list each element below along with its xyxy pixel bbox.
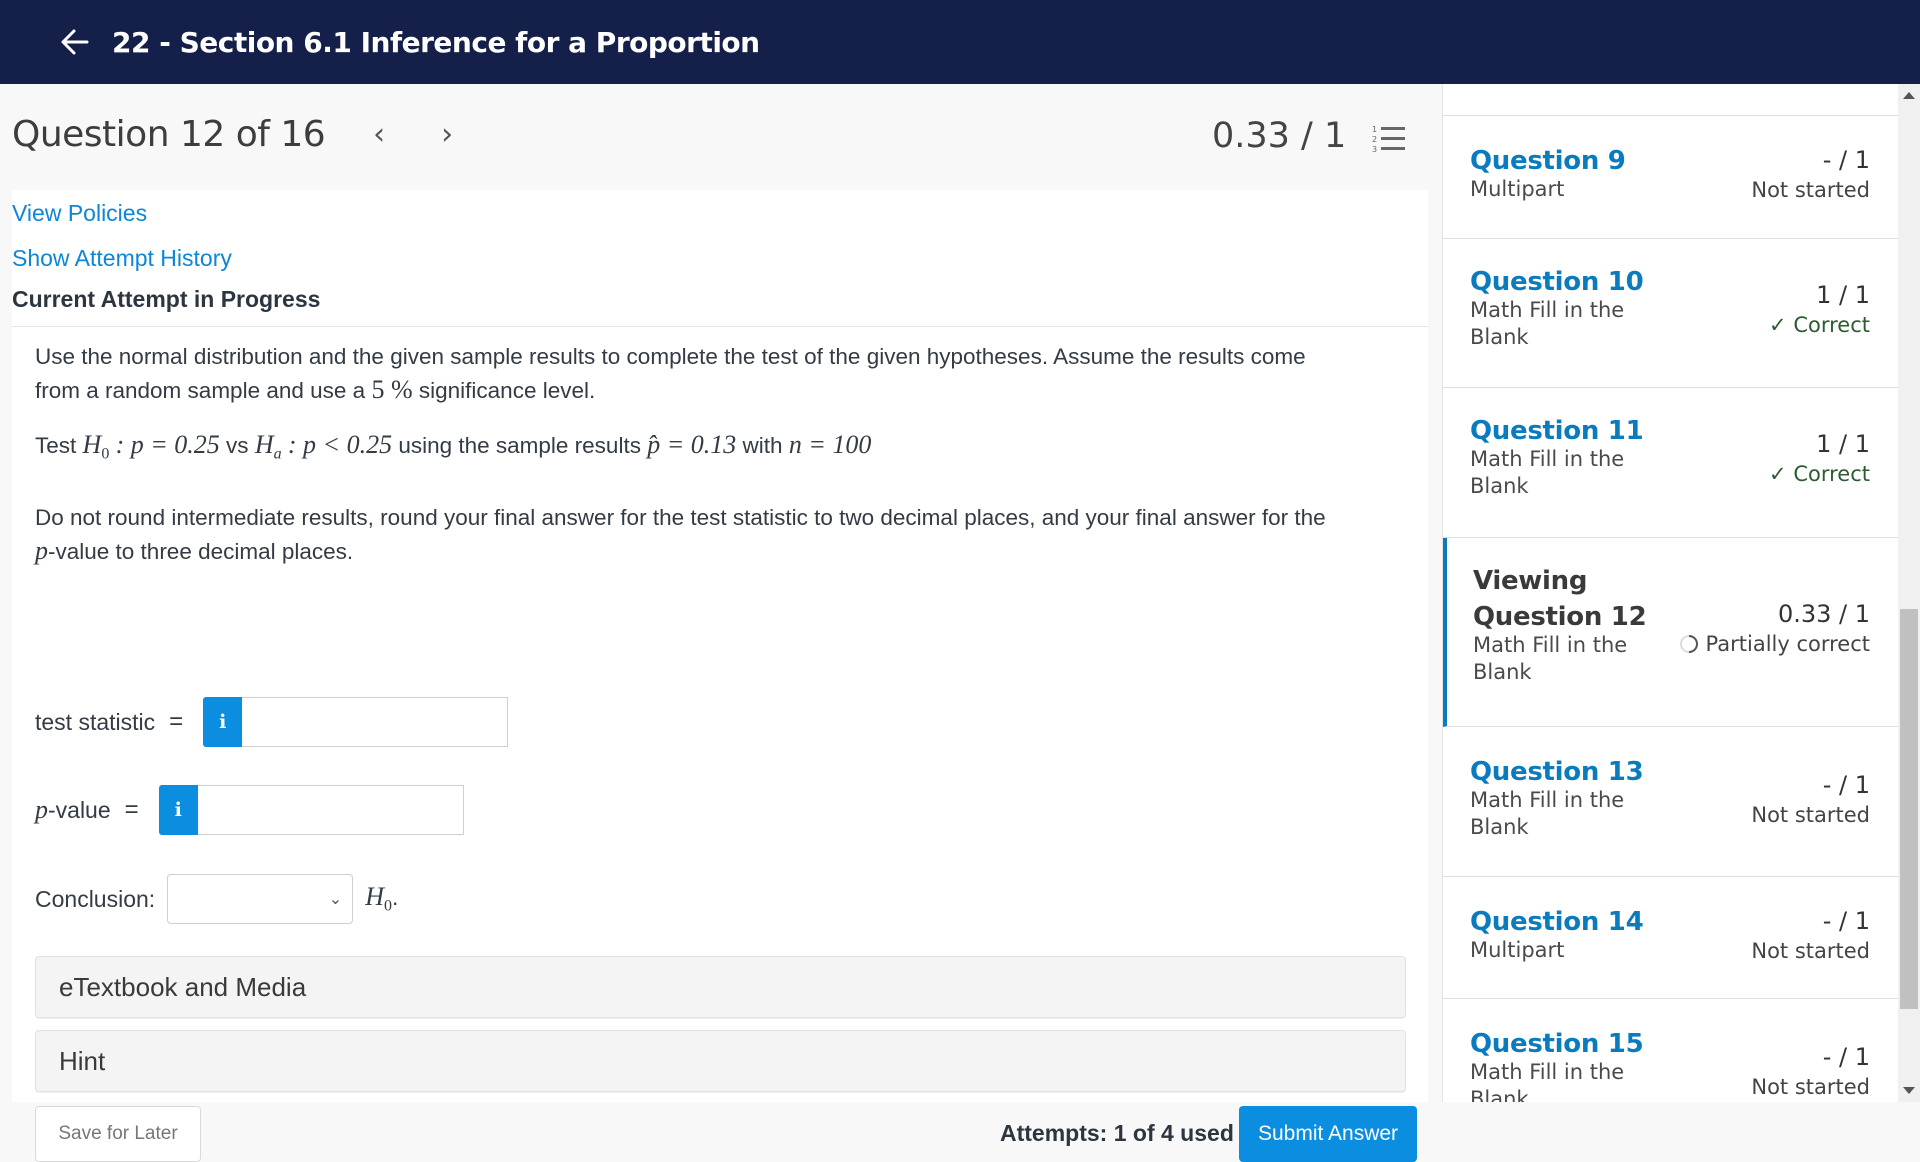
attempt-heading: Current Attempt in Progress <box>12 286 321 312</box>
test-statistic-input[interactable] <box>242 697 509 747</box>
checkmark-icon: ✓ <box>1769 462 1787 486</box>
save-for-later-button[interactable]: Save for Later <box>35 1106 201 1162</box>
divider <box>12 326 1428 327</box>
scroll-down-arrow-icon[interactable] <box>1903 1087 1915 1094</box>
info-icon[interactable]: i <box>203 697 243 747</box>
sidebar-item-question-9[interactable]: Question 9 Multipart - / 1 Not started <box>1443 116 1898 239</box>
sidebar-item-question-13[interactable]: Question 13 Math Fill in the Blank - / 1… <box>1443 727 1898 877</box>
sidebar-item-question-10[interactable]: Question 10 Math Fill in the Blank 1 / 1… <box>1443 239 1898 388</box>
test-statistic-row: test statistic = i <box>35 697 509 747</box>
top-bar: 22 - Section 6.1 Inference for a Proport… <box>0 0 1920 84</box>
checkmark-icon: ✓ <box>1769 313 1787 337</box>
conclusion-suffix: H0. <box>365 882 399 915</box>
main-panel: Question 12 of 16 ‹ › 0.33 / 1 1 2 3 Vie… <box>0 84 1428 1162</box>
p-value-row: p -value = i <box>35 785 464 835</box>
hypothesis-statement: Test H0 : p = 0.25 vs Ha : p < 0.25 usin… <box>35 430 872 463</box>
rounding-instructions: Do not round intermediate results, round… <box>35 505 1326 565</box>
partial-progress-icon <box>1679 635 1698 653</box>
sidebar-item-question-12[interactable]: Viewing Question 12 Math Fill in the Bla… <box>1443 538 1898 727</box>
question-counter: Question 12 of 16 <box>12 114 326 155</box>
question-intro: Use the normal distribution and the give… <box>35 344 1306 404</box>
arrow-left-icon <box>61 29 89 55</box>
view-policies-link[interactable]: View Policies <box>12 200 147 227</box>
null-hypothesis: : p = 0.25 <box>115 430 220 459</box>
sidebar-item-question-11[interactable]: Question 11 Math Fill in the Blank 1 / 1… <box>1443 388 1898 538</box>
question-content: View Policies Show Attempt History Curre… <box>12 190 1428 1162</box>
back-button[interactable] <box>58 25 92 59</box>
info-icon[interactable]: i <box>158 785 198 835</box>
test-statistic-label: test statistic <box>35 708 156 735</box>
conclusion-row: Conclusion: ⌄ H0. <box>35 874 398 924</box>
hint-accordion[interactable]: Hint <box>35 1030 1406 1092</box>
sidebar-item-question-14[interactable]: Question 14 Multipart - / 1 Not started <box>1443 877 1898 999</box>
conclusion-select[interactable]: ⌄ <box>167 874 354 924</box>
p-value-input[interactable] <box>197 785 464 835</box>
attempts-counter: Attempts: 1 of 4 used <box>1000 1120 1234 1146</box>
chevron-left-icon[interactable]: ‹ <box>373 117 385 152</box>
etextbook-accordion[interactable]: eTextbook and Media <box>35 956 1406 1018</box>
chevron-right-icon[interactable]: › <box>441 117 453 152</box>
question-score: 0.33 / 1 <box>1212 116 1347 156</box>
sidebar-scrollbar[interactable] <box>1898 84 1920 1102</box>
conclusion-label: Conclusion: <box>35 885 156 912</box>
assignment-title: 22 - Section 6.1 Inference for a Proport… <box>112 25 760 59</box>
p-value-field: i <box>158 785 464 835</box>
sidebar-top-spacer <box>1443 84 1898 116</box>
question-navigator: Question 12 of 16 ‹ › <box>12 114 453 155</box>
p-value-label: -value <box>48 796 111 823</box>
sidebar-item-question-15[interactable]: Question 15 Math Fill in the Blank - / 1… <box>1443 999 1898 1102</box>
test-statistic-field: i <box>203 697 509 747</box>
show-attempt-history-link[interactable]: Show Attempt History <box>12 245 232 272</box>
svg-text:3: 3 <box>1372 145 1377 154</box>
submit-answer-button[interactable]: Submit Answer <box>1239 1106 1417 1162</box>
scroll-up-arrow-icon[interactable] <box>1903 92 1915 99</box>
scrollbar-thumb[interactable] <box>1900 609 1918 1009</box>
alt-hypothesis: : p < 0.25 <box>287 430 393 459</box>
question-list-sidebar: Question 9 Multipart - / 1 Not started Q… <box>1442 84 1898 1102</box>
svg-text:2: 2 <box>1372 135 1377 144</box>
sample-proportion: p̂ = 0.13 <box>647 430 737 459</box>
svg-text:1: 1 <box>1372 125 1377 134</box>
significance-level: 5 % <box>371 375 413 404</box>
sample-size: n = 100 <box>788 430 872 459</box>
chevron-down-icon: ⌄ <box>328 891 343 908</box>
numbered-list-icon[interactable]: 1 2 3 <box>1372 124 1406 154</box>
